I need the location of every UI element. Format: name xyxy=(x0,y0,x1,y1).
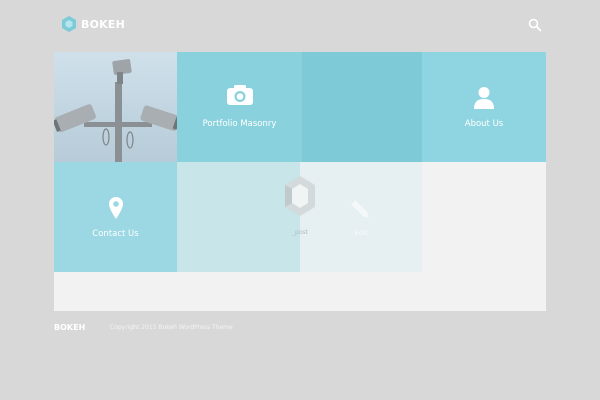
user-icon xyxy=(474,87,494,109)
camera-icon xyxy=(226,85,253,105)
tile-contact-us[interactable]: Contact Us xyxy=(54,162,177,272)
tile-label-post: _post xyxy=(292,229,308,236)
map-pin-icon xyxy=(108,197,123,219)
footer-brand: BOKEH xyxy=(54,322,86,332)
site-name: BOKEH xyxy=(81,17,125,31)
footer-copyright: Copyright 2015 Bokeh WordPress Theme xyxy=(110,323,233,331)
bokeh-logo-icon xyxy=(62,16,76,32)
tile-empty-teal xyxy=(302,52,422,162)
pencil-icon xyxy=(351,200,369,218)
tile-label-portfolio: Portfolio Masonry xyxy=(202,119,277,129)
search-icon[interactable] xyxy=(528,18,542,32)
site-logo[interactable]: BOKEH xyxy=(60,15,125,33)
cctv-cameras-image xyxy=(54,59,177,162)
tile-surveillance-photo[interactable] xyxy=(54,52,177,162)
tile-about-us[interactable]: About Us xyxy=(422,52,546,162)
site-footer: BOKEH Copyright 2015 Bokeh WordPress The… xyxy=(54,320,546,334)
tile-edit[interactable]: Edit xyxy=(300,162,422,272)
tile-portfolio-masonry[interactable]: Portfolio Masonry xyxy=(177,52,302,162)
site-header: BOKEH xyxy=(0,0,600,52)
tile-label-contact: Contact Us xyxy=(92,229,139,239)
portfolio-grid: Portfolio Masonry About Us Contact Us Ed… xyxy=(54,52,546,311)
bokeh-logo-icon xyxy=(285,176,315,216)
tile-label-about: About Us xyxy=(464,119,504,129)
